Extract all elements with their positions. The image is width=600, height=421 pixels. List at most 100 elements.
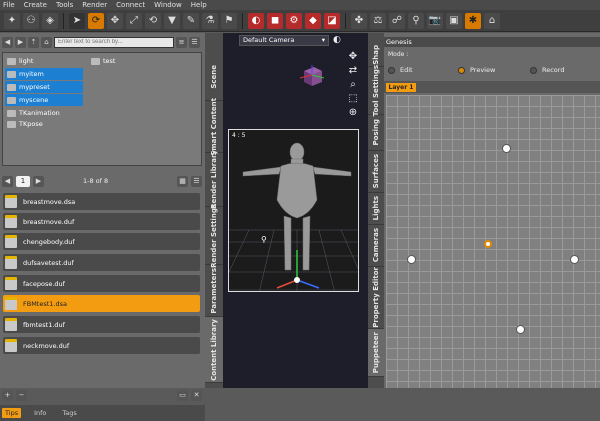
- page-number[interactable]: 1: [16, 175, 30, 187]
- file-item-selected[interactable]: FBMtest1.dsa: [3, 295, 200, 312]
- mannequin-icon[interactable]: ⚲: [408, 12, 424, 29]
- menu-help[interactable]: Help: [191, 1, 207, 9]
- thumbnail-view-icon[interactable]: ▦: [177, 175, 188, 187]
- menu-connect[interactable]: Connect: [116, 1, 145, 9]
- weight-icon[interactable]: ⚖: [370, 12, 386, 29]
- render-library-icon[interactable]: ◪: [324, 12, 340, 29]
- menu-file[interactable]: File: [3, 1, 15, 9]
- tab-posing[interactable]: Posing: [368, 115, 384, 151]
- viewport[interactable]: Default Camera ▾ ◐ ✥ ⇄ ⌕ ⬚ ⊕ 4 : 5 ⚲: [223, 33, 368, 388]
- rotate-icon[interactable]: ⟳: [88, 12, 104, 29]
- help-icon[interactable]: ⌂: [484, 12, 500, 29]
- folder-item[interactable]: TKpose: [5, 120, 83, 128]
- file-item[interactable]: breastmove.dsa: [3, 193, 200, 210]
- tab-tips[interactable]: Tips: [2, 408, 22, 418]
- tab-lights[interactable]: Lights: [368, 193, 384, 225]
- frame-icon[interactable]: ⬚: [348, 93, 357, 104]
- folder-item[interactable]: TKanimation: [5, 107, 83, 119]
- tab-render-library[interactable]: Render Library: [205, 150, 223, 209]
- folder-item[interactable]: light: [5, 55, 83, 67]
- tab-parameters[interactable]: Parameters: [205, 265, 223, 317]
- render-settings-icon[interactable]: ⚙: [286, 12, 302, 29]
- puppet-node[interactable]: [516, 325, 525, 334]
- select-icon[interactable]: ➤: [69, 12, 85, 29]
- file-item[interactable]: facepose.duf: [3, 275, 200, 292]
- folder-item[interactable]: myscene: [5, 94, 83, 106]
- render-icon[interactable]: ◼: [267, 12, 283, 29]
- mode-record-radio[interactable]: Record: [530, 66, 564, 74]
- home-icon[interactable]: ⌂: [41, 36, 52, 48]
- menu-render[interactable]: Render: [82, 1, 107, 9]
- tab-scene[interactable]: Scene: [205, 53, 223, 101]
- spot-render-icon[interactable]: ◐: [248, 12, 264, 29]
- delete-icon[interactable]: ✕: [191, 389, 202, 401]
- file-item[interactable]: dufsavetest.duf: [3, 254, 200, 271]
- tab-render-settings[interactable]: Render Settings: [205, 204, 223, 267]
- camera-select[interactable]: Default Camera ▾: [239, 34, 329, 46]
- tab-shape[interactable]: Shap: [368, 43, 384, 67]
- new-scene-icon[interactable]: ✦: [4, 12, 20, 29]
- menu-create[interactable]: Create: [24, 1, 47, 9]
- puppet-node[interactable]: [502, 144, 511, 153]
- camera-icon[interactable]: 📷: [427, 12, 443, 29]
- joint-editor-icon[interactable]: ✤: [351, 12, 367, 29]
- screenshot-icon[interactable]: ▣: [446, 12, 462, 29]
- move-icon[interactable]: ✥: [107, 12, 123, 29]
- tab-cameras[interactable]: Cameras: [368, 225, 384, 267]
- puppeteer-grid[interactable]: [386, 95, 600, 388]
- paint-icon[interactable]: ⚗: [202, 12, 218, 29]
- iray-icon[interactable]: ◆: [305, 12, 321, 29]
- folder-item[interactable]: test: [89, 55, 167, 67]
- view-menu-icon[interactable]: ☰: [191, 175, 202, 187]
- up-icon[interactable]: ⇡: [28, 36, 39, 48]
- morph-icon[interactable]: ☍: [389, 12, 405, 29]
- scale-icon[interactable]: ⤢: [126, 12, 142, 29]
- folder-item[interactable]: myitem: [5, 68, 83, 80]
- transform-icon[interactable]: ⟲: [145, 12, 161, 29]
- tab-puppeteer[interactable]: Puppeteer: [368, 329, 384, 377]
- tip-icon[interactable]: ✱: [465, 12, 481, 29]
- mode-preview-radio[interactable]: Preview: [458, 66, 495, 74]
- search-input[interactable]: [54, 36, 174, 48]
- draw-style-icon[interactable]: ◐: [333, 35, 341, 45]
- zoom-icon[interactable]: ⌕: [350, 79, 356, 90]
- tab-tags[interactable]: Tags: [59, 408, 79, 418]
- surface-icon[interactable]: ⚑: [221, 12, 237, 29]
- pan-icon[interactable]: ⇄: [349, 65, 357, 76]
- file-item[interactable]: neckmove.duf: [3, 337, 200, 354]
- layer-tab[interactable]: Layer 1: [386, 83, 416, 92]
- gizmo-z[interactable]: [296, 279, 320, 289]
- folder-item[interactable]: mypreset: [5, 81, 83, 93]
- figure-icon[interactable]: ⚇: [23, 12, 39, 29]
- tab-info[interactable]: Info: [31, 408, 49, 418]
- geometry-icon[interactable]: ▼: [164, 12, 180, 29]
- tab-smart-content[interactable]: Smart Content: [205, 98, 223, 155]
- add-icon[interactable]: +: [2, 389, 13, 401]
- menu-window[interactable]: Window: [154, 1, 182, 9]
- render-frame[interactable]: 4 : 5 ⚲: [228, 129, 359, 292]
- puppet-node[interactable]: [570, 255, 579, 264]
- puppet-cursor[interactable]: [484, 240, 492, 248]
- back-icon[interactable]: ◀: [2, 36, 13, 48]
- node-icon[interactable]: ◈: [42, 12, 58, 29]
- tab-property-editor[interactable]: Property Editor: [368, 267, 384, 329]
- aim-icon[interactable]: ⊕: [349, 107, 357, 118]
- new-file-icon[interactable]: ▭: [177, 389, 188, 401]
- tab-content-library[interactable]: Content Library: [205, 317, 223, 383]
- menu-icon[interactable]: ☰: [189, 36, 200, 48]
- orbit-icon[interactable]: ✥: [349, 51, 357, 62]
- tab-tool-settings[interactable]: Tool Settings: [368, 65, 384, 116]
- remove-icon[interactable]: −: [16, 389, 27, 401]
- puppet-node[interactable]: [407, 255, 416, 264]
- file-item[interactable]: breastmove.duf: [3, 213, 200, 230]
- prev-page-icon[interactable]: ◀: [2, 175, 13, 187]
- forward-icon[interactable]: ▶: [15, 36, 26, 48]
- gizmo-center[interactable]: [294, 277, 300, 283]
- list-view-icon[interactable]: ≡: [176, 36, 187, 48]
- mode-edit-radio[interactable]: Edit: [388, 66, 413, 74]
- file-item[interactable]: fbmtest1.duf: [3, 316, 200, 333]
- joint-icon[interactable]: ✎: [183, 12, 199, 29]
- tab-surfaces[interactable]: Surfaces: [368, 151, 384, 193]
- navigation-cube-icon[interactable]: [299, 63, 325, 89]
- next-page-icon[interactable]: ▶: [33, 175, 44, 187]
